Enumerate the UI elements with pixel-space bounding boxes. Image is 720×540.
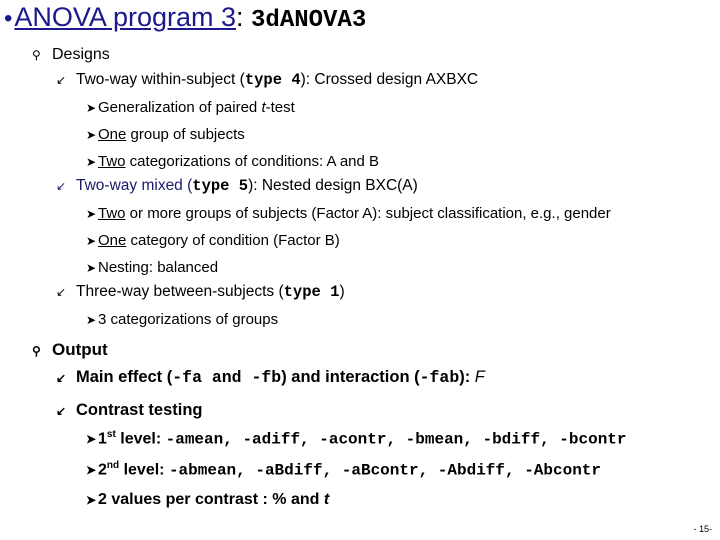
- main-effect-item: ↙ Main effect (-fa and -fb) and interacti…: [56, 368, 485, 387]
- mixed-item-1: ➤ Two or more groups of subjects (Factor …: [86, 205, 611, 222]
- chevron-icon: ➤: [86, 261, 97, 275]
- chevron-icon: ➤: [86, 493, 97, 507]
- title-sep: :: [236, 2, 252, 32]
- within-item-2: ➤ One group of subjects: [86, 126, 245, 143]
- chevron-icon: ➤: [86, 128, 97, 142]
- title-bullet-icon: •: [4, 5, 13, 32]
- contrast-level-1: ➤ 1st level: -amean, -adiff, -acontr, -bm…: [86, 429, 627, 449]
- slide-title: •ANOVA program 3: 3dANOVA3: [4, 2, 366, 34]
- mixed-item: ↙ Two-way mixed (type 5): Nested design B…: [56, 177, 418, 195]
- title-main: ANOVA program 3: [14, 2, 236, 32]
- chevron-icon: ➤: [86, 463, 97, 478]
- within-subject-item: ↙ Two-way within-subject (type 4): Crosse…: [56, 71, 479, 89]
- arrow-icon: ↙: [56, 179, 67, 193]
- arrow-icon: ↙: [56, 371, 67, 385]
- chevron-icon: ➤: [86, 432, 97, 447]
- pin-icon: ⚲: [32, 48, 41, 62]
- mixed-item-3: ➤ Nesting: balanced: [86, 259, 219, 276]
- arrow-icon: ↙: [56, 285, 67, 299]
- chevron-icon: ➤: [86, 234, 97, 248]
- contrast-values: ➤ 2 values per contrast : % and t: [86, 491, 330, 508]
- arrow-icon: ↙: [56, 404, 67, 418]
- contrast-level-2: ➤ 2nd level: -abmean, -aBdiff, -aBcontr, …: [86, 460, 602, 480]
- chevron-icon: ➤: [86, 155, 97, 169]
- page-number: - 15-: [693, 524, 712, 534]
- between-item-1: ➤ 3 categorizations of groups: [86, 311, 279, 328]
- mixed-item-2: ➤ One category of condition (Factor B): [86, 232, 340, 249]
- pin-icon: ⚲: [32, 344, 41, 358]
- designs-heading: ⚲ Designs: [32, 46, 110, 63]
- output-heading: ⚲ Output: [32, 340, 108, 359]
- chevron-icon: ➤: [86, 313, 97, 327]
- between-item: ↙ Three-way between-subjects (type 1): [56, 283, 345, 301]
- arrow-icon: ↙: [56, 73, 67, 87]
- within-item-1: ➤ Generalization of paired t-test: [86, 99, 295, 116]
- chevron-icon: ➤: [86, 207, 97, 221]
- title-program: 3dANOVA3: [251, 7, 367, 34]
- contrast-testing-item: ↙ Contrast testing: [56, 401, 203, 419]
- within-item-3: ➤ Two categorizations of conditions: A an…: [86, 153, 380, 170]
- chevron-icon: ➤: [86, 101, 97, 115]
